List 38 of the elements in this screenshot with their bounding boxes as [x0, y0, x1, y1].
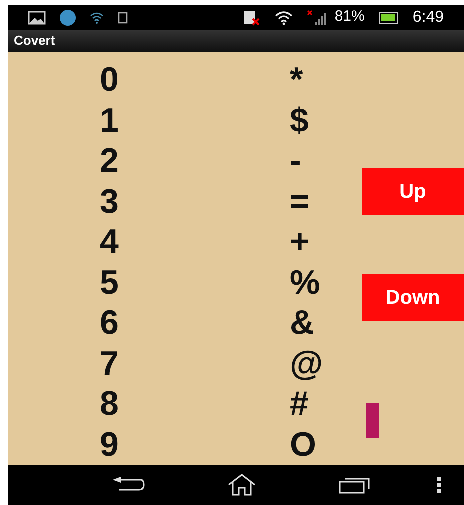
- symbol-label: -: [290, 144, 302, 178]
- home-icon[interactable]: [227, 474, 257, 496]
- up-button[interactable]: Up: [362, 168, 464, 215]
- menu-icon[interactable]: [437, 477, 441, 493]
- wifi-icon: [274, 10, 293, 24]
- indicator-bar: [366, 403, 379, 438]
- digit-label: 6: [100, 306, 120, 340]
- wifi-icon: [90, 12, 104, 24]
- symbol-label: #: [290, 387, 309, 422]
- symbol-label: @: [290, 346, 324, 381]
- digit-label: 7: [100, 346, 120, 381]
- digit-label: 2: [100, 144, 120, 178]
- digit-label: 3: [100, 184, 120, 219]
- sim-error-icon: [242, 10, 261, 26]
- down-button[interactable]: Down: [362, 274, 464, 321]
- square-icon: [118, 12, 128, 24]
- symbol-label: +: [290, 225, 310, 260]
- symbol-label: O: [290, 428, 316, 462]
- signal-icon: [306, 10, 327, 26]
- symbol-label: *: [290, 63, 304, 98]
- symbol-label: &: [290, 306, 315, 340]
- symbol-label: %: [290, 266, 320, 300]
- picture-icon: [28, 10, 46, 24]
- recent-apps-icon[interactable]: [339, 476, 371, 494]
- app-title: Covert: [14, 32, 56, 50]
- symbol-label: $: [290, 104, 309, 138]
- digit-label: 0: [100, 63, 120, 98]
- globe-icon: [60, 10, 76, 26]
- battery-icon: [378, 12, 399, 24]
- digit-label: 1: [100, 104, 120, 138]
- digit-label: 9: [100, 428, 120, 462]
- digit-label: 5: [100, 266, 120, 300]
- symbol-label: =: [290, 184, 310, 219]
- digit-label: 8: [100, 387, 120, 422]
- back-icon[interactable]: [111, 477, 145, 493]
- battery-percent: 81%: [334, 7, 365, 28]
- digit-label: 4: [100, 225, 120, 260]
- clock: 6:49: [412, 8, 444, 28]
